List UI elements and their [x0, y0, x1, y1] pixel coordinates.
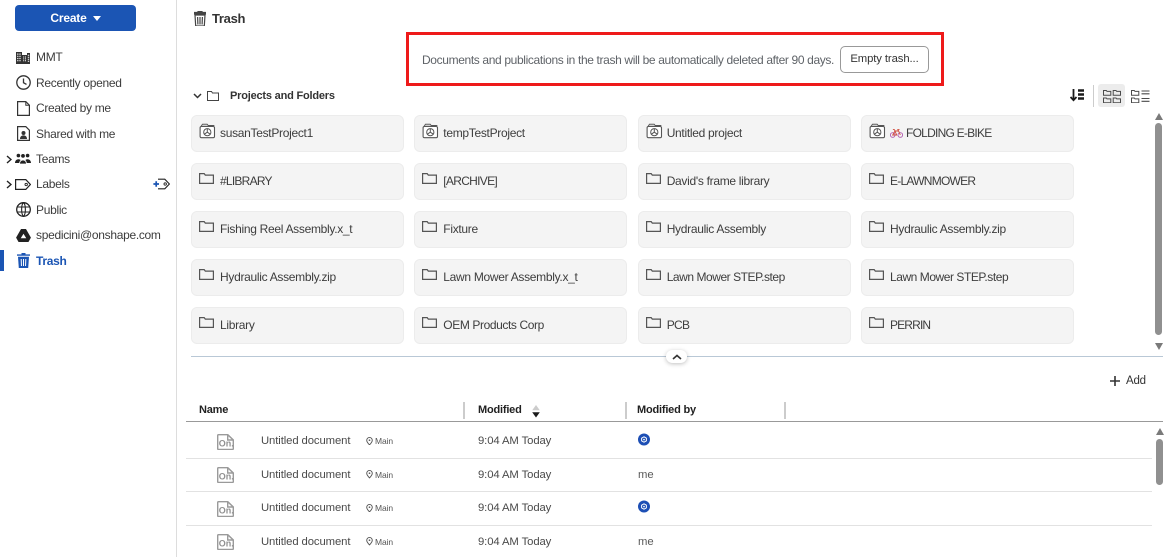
svg-text:On.: On. [219, 438, 234, 448]
svg-text:On.: On. [219, 505, 234, 515]
svg-text:On.: On. [219, 471, 234, 481]
svg-text:On.: On. [219, 538, 234, 548]
